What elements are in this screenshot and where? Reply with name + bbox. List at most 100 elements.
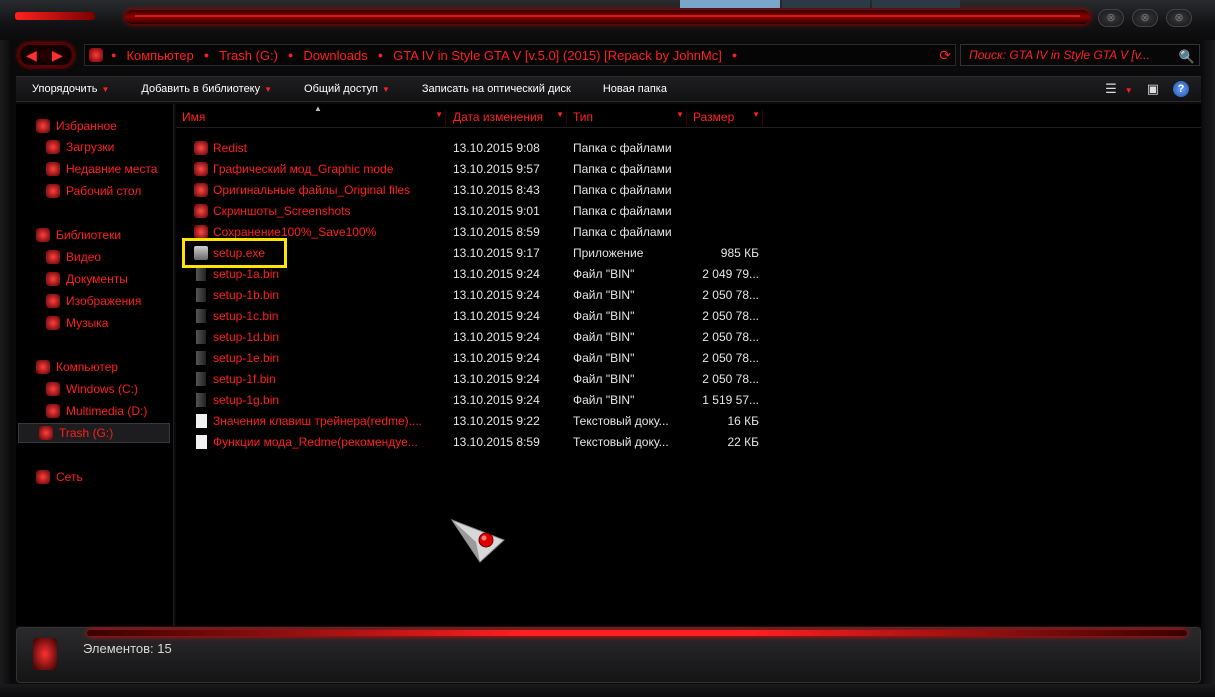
sidebar-item-drive-c[interactable]: Windows (C:) bbox=[46, 379, 138, 399]
file-row[interactable]: setup-1g.bin 13.10.2015 9:24 Файл "BIN" 1 5… bbox=[188, 390, 788, 410]
search-input[interactable]: Поиск: GTA IV in Style GTA V [v... 🔍 bbox=[960, 44, 1200, 66]
breadcrumb-current-folder[interactable]: GTA IV in Style GTA V [v.5.0] (2015) [Re… bbox=[393, 48, 722, 63]
file-date: 13.10.2015 9:24 bbox=[453, 351, 540, 365]
sidebar-item-libraries[interactable]: Библиотеки bbox=[36, 225, 121, 245]
breadcrumb-separator-icon[interactable]: ● bbox=[378, 50, 383, 60]
file-type: Файл "BIN" bbox=[573, 351, 635, 365]
column-header-label: Имя bbox=[182, 110, 206, 124]
burn-disc-button[interactable]: Записать на оптический диск bbox=[406, 83, 587, 95]
view-options-icon[interactable]: ☰ ▼ bbox=[1105, 81, 1133, 97]
drive-icon bbox=[46, 404, 60, 418]
breadcrumb-separator-icon[interactable]: ● bbox=[288, 50, 293, 60]
sidebar-item-desktop[interactable]: Рабочий стол bbox=[46, 181, 141, 201]
help-icon[interactable]: ? bbox=[1173, 81, 1189, 97]
new-folder-button[interactable]: Новая папка bbox=[587, 83, 683, 95]
back-forward-buttons: ◀ ▶ bbox=[18, 43, 74, 67]
breadcrumb-downloads[interactable]: Downloads bbox=[303, 48, 367, 63]
column-header-type[interactable]: Тип ▼ bbox=[569, 110, 687, 126]
breadcrumb-separator-icon[interactable]: ● bbox=[111, 50, 116, 60]
file-row[interactable]: Redist 13.10.2015 9:08 Папка с файлами bbox=[188, 138, 788, 158]
minimize-button[interactable]: ⊗ bbox=[1098, 9, 1124, 27]
sidebar-item-documents[interactable]: Документы bbox=[46, 269, 128, 289]
folder-preview-icon bbox=[33, 638, 57, 670]
window-border-right bbox=[1203, 40, 1215, 697]
file-row[interactable]: setup-1f.bin 13.10.2015 9:24 Файл "BIN" 2 0… bbox=[188, 369, 788, 389]
bin-file-icon bbox=[196, 393, 206, 407]
sidebar-item-label: Музыка bbox=[66, 316, 109, 330]
file-name: Скриншоты_Screenshots bbox=[213, 204, 351, 218]
library-icon bbox=[36, 228, 50, 242]
file-size: 2 050 78... bbox=[702, 309, 759, 323]
file-row[interactable]: Графический мод_Graphic mode 13.10.2015 9… bbox=[188, 159, 788, 179]
file-name: Сохранение100%_Save100% bbox=[213, 225, 377, 239]
add-to-library-button[interactable]: Добавить в библиотеку ▼ bbox=[125, 83, 288, 95]
sidebar-item-favorites[interactable]: Избранное bbox=[36, 116, 117, 136]
breadcrumb-separator-icon[interactable]: ● bbox=[732, 50, 737, 60]
file-date: 13.10.2015 9:24 bbox=[453, 372, 540, 386]
mouse-cursor-icon bbox=[450, 518, 505, 563]
sidebar-item-network[interactable]: Сеть bbox=[36, 467, 83, 487]
preview-pane-icon[interactable]: ▣ bbox=[1147, 81, 1159, 97]
column-filter-icon[interactable]: ▼ bbox=[676, 110, 684, 119]
file-date: 13.10.2015 9:24 bbox=[453, 330, 540, 344]
sidebar-item-drive-g[interactable]: Trash (G:) bbox=[18, 423, 170, 443]
file-row[interactable]: Оригинальные файлы_Original files 13.10.2… bbox=[188, 180, 788, 200]
taskbar-tab bbox=[782, 0, 870, 8]
column-header-date[interactable]: Дата изменения ▼ bbox=[449, 110, 567, 126]
refresh-icon[interactable]: ⟳ bbox=[939, 47, 951, 64]
images-icon bbox=[46, 294, 60, 308]
back-button[interactable]: ◀ bbox=[26, 47, 37, 64]
file-name: Оригинальные файлы_Original files bbox=[213, 183, 411, 197]
sidebar-item-label: Сеть bbox=[56, 470, 83, 484]
sidebar-item-images[interactable]: Изображения bbox=[46, 291, 141, 311]
file-row[interactable]: Скриншоты_Screenshots 13.10.2015 9:01 Папк… bbox=[188, 201, 788, 221]
file-type: Папка с файлами bbox=[573, 162, 672, 176]
share-label: Общий доступ bbox=[304, 83, 378, 95]
window-border-left bbox=[0, 40, 10, 697]
music-icon bbox=[46, 316, 60, 330]
add-to-library-label: Добавить в библиотеку bbox=[141, 83, 261, 95]
file-row[interactable]: Значения клавиш трейнера(redme).... 13.10… bbox=[188, 411, 788, 431]
address-bar[interactable]: ● Компьютер ● Trash (G:) ● Downloads ● G… bbox=[84, 44, 956, 66]
sidebar-item-downloads[interactable]: Загрузки bbox=[46, 137, 114, 157]
recent-places-icon bbox=[46, 162, 60, 176]
file-row[interactable]: setup-1e.bin 13.10.2015 9:24 Файл "BIN" 2 0… bbox=[188, 348, 788, 368]
items-count: Элементов: 15 bbox=[83, 641, 172, 656]
share-button[interactable]: Общий доступ ▼ bbox=[288, 83, 406, 95]
organize-button[interactable]: Упорядочить ▼ bbox=[16, 83, 125, 95]
sidebar-item-computer[interactable]: Компьютер bbox=[36, 357, 118, 377]
column-header-name[interactable]: Имя ▼ bbox=[178, 110, 446, 126]
sidebar-item-label: Библиотеки bbox=[56, 228, 122, 242]
close-button[interactable]: ⊗ bbox=[1166, 9, 1192, 27]
maximize-button[interactable]: ⊗ bbox=[1132, 9, 1158, 27]
sidebar-item-recent[interactable]: Недавние места bbox=[46, 159, 157, 179]
breadcrumb-separator-icon[interactable]: ● bbox=[204, 50, 209, 60]
file-row[interactable]: setup-1c.bin 13.10.2015 9:24 Файл "BIN" 2 0… bbox=[188, 306, 788, 326]
search-icon[interactable]: 🔍 bbox=[1179, 47, 1195, 65]
text-file-icon bbox=[196, 414, 207, 428]
sidebar-item-music[interactable]: Музыка bbox=[46, 313, 108, 333]
file-row[interactable]: Функции мода_Redme(рекомендуе... 13.10.20… bbox=[188, 432, 788, 452]
forward-button[interactable]: ▶ bbox=[52, 47, 63, 64]
column-header-label: Размер bbox=[693, 110, 735, 124]
sidebar-item-label: Недавние места bbox=[66, 162, 158, 176]
column-filter-icon[interactable]: ▼ bbox=[435, 110, 443, 119]
sidebar-item-drive-d[interactable]: Multimedia (D:) bbox=[46, 401, 147, 421]
breadcrumb-computer[interactable]: Компьютер bbox=[126, 48, 193, 63]
sidebar-item-label: Видео bbox=[66, 250, 102, 264]
column-filter-icon[interactable]: ▼ bbox=[556, 110, 564, 119]
breadcrumb-trash-drive[interactable]: Trash (G:) bbox=[219, 48, 278, 63]
dropdown-arrow-icon: ▼ bbox=[101, 85, 110, 94]
column-header-size[interactable]: Размер ▼ bbox=[689, 110, 763, 126]
file-row[interactable]: setup-1b.bin 13.10.2015 9:24 Файл "BIN" 2 0… bbox=[188, 285, 788, 305]
star-icon bbox=[36, 119, 50, 133]
file-row[interactable]: setup-1d.bin 13.10.2015 9:24 Файл "BIN" 2 0… bbox=[188, 327, 788, 347]
file-name: Функции мода_Redme(рекомендуе... bbox=[213, 435, 418, 449]
file-type: Приложение bbox=[573, 246, 644, 260]
sidebar-item-video[interactable]: Видео bbox=[46, 247, 101, 267]
file-date: 13.10.2015 8:59 bbox=[453, 225, 540, 239]
file-size: 2 050 78... bbox=[702, 330, 759, 344]
file-name: setup-1d.bin bbox=[213, 330, 280, 344]
folder-icon bbox=[194, 141, 208, 155]
column-filter-icon[interactable]: ▼ bbox=[752, 110, 760, 119]
